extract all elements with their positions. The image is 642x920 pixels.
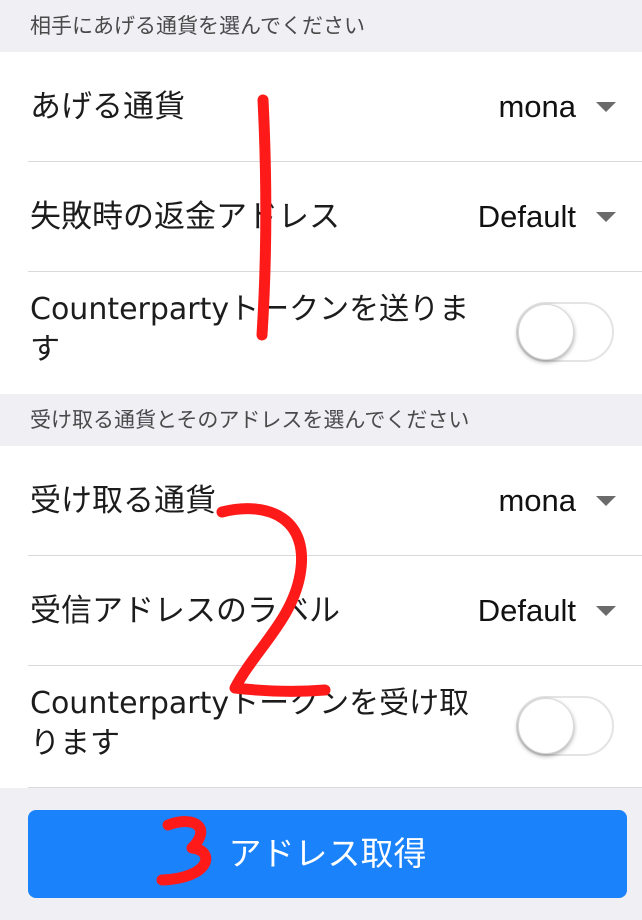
receive-label-value[interactable]: Default bbox=[478, 556, 576, 666]
receive-currency-row[interactable]: 受け取る通貨 mona bbox=[0, 446, 642, 556]
get-address-button[interactable]: アドレス取得 bbox=[28, 810, 627, 898]
chevron-down-icon[interactable] bbox=[596, 212, 616, 222]
divider bbox=[28, 787, 642, 788]
receive-counterparty-row: Counterpartyトークンを受け取ります bbox=[0, 666, 642, 788]
receive-currency-value[interactable]: mona bbox=[498, 446, 576, 556]
receive-label-row[interactable]: 受信アドレスのラベル Default bbox=[0, 556, 642, 666]
receive-counterparty-label: Counterpartyトークンを受け取ります bbox=[30, 686, 470, 761]
give-currency-label: あげる通貨 bbox=[30, 89, 185, 125]
receive-label-label: 受信アドレスのラベル bbox=[30, 593, 340, 629]
chevron-down-icon[interactable] bbox=[596, 102, 616, 112]
section-header-receive: 受け取る通貨とそのアドレスを選んでください bbox=[0, 394, 642, 446]
toggle-knob bbox=[518, 698, 574, 754]
receive-currency-label: 受け取る通貨 bbox=[30, 483, 216, 519]
give-currency-value[interactable]: mona bbox=[498, 52, 576, 162]
send-counterparty-row: Counterpartyトークンを送ります bbox=[0, 272, 642, 394]
chevron-down-icon[interactable] bbox=[596, 606, 616, 616]
send-counterparty-label: Counterpartyトークンを送ります bbox=[30, 292, 470, 367]
receive-currency-group: 受け取る通貨 mona 受信アドレスのラベル Default Counterpa… bbox=[0, 446, 642, 788]
toggle-knob bbox=[518, 304, 574, 360]
section-header-give: 相手にあげる通貨を選んでください bbox=[0, 0, 642, 52]
send-counterparty-toggle[interactable] bbox=[516, 302, 614, 362]
refund-address-value[interactable]: Default bbox=[478, 162, 576, 272]
refund-address-row[interactable]: 失敗時の返金アドレス Default bbox=[0, 162, 642, 272]
give-currency-group: あげる通貨 mona 失敗時の返金アドレス Default Counterpar… bbox=[0, 52, 642, 394]
give-currency-row[interactable]: あげる通貨 mona bbox=[0, 52, 642, 162]
receive-counterparty-toggle[interactable] bbox=[516, 696, 614, 756]
chevron-down-icon[interactable] bbox=[596, 496, 616, 506]
refund-address-label: 失敗時の返金アドレス bbox=[30, 199, 340, 235]
